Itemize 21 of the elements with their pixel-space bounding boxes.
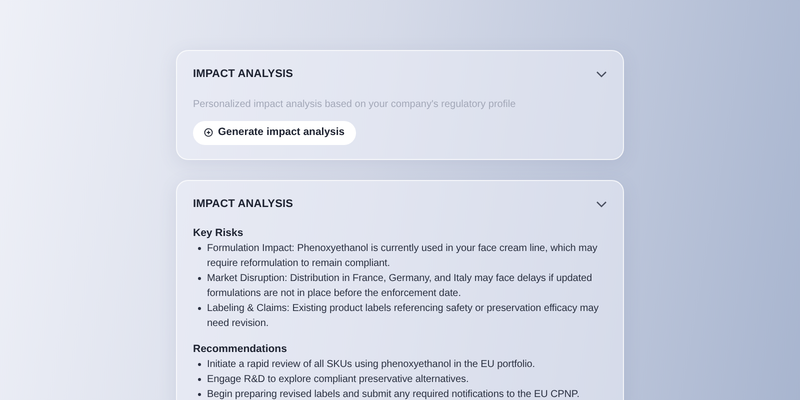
panel-title: IMPACT ANALYSIS xyxy=(193,197,294,212)
chevron-down-icon[interactable] xyxy=(596,200,607,208)
bullet-icon xyxy=(198,363,201,366)
chevron-down-icon[interactable] xyxy=(596,70,607,78)
generate-button[interactable]: Generate impact analysis xyxy=(193,121,356,145)
bullet-icon xyxy=(198,247,201,250)
plus-circle-icon xyxy=(204,128,213,138)
panel-title: IMPACT ANALYSIS xyxy=(193,67,294,81)
list-item-text: Begin preparing revised labels and submit any required notifications to the EU CPNP. xyxy=(207,388,580,400)
bullet-icon xyxy=(198,378,201,382)
list-item-text: Engage R&D to explore compliant preservative alternatives. xyxy=(207,373,469,388)
list-item-text: Market Disruption: Distribution in France, Germany, and Italy may face delays if updated formulations are not in place before the enforcement date. xyxy=(207,272,594,302)
bullet-icon xyxy=(198,277,201,280)
list-item-text: Formulation Impact: Phenoxyethanol is currently used in your face cream line, which may require reformulation to remain compliant. xyxy=(207,242,598,272)
bullet-icon xyxy=(198,307,201,310)
section-heading: Key Risks xyxy=(193,227,244,240)
description-text: Personalized impact analysis based on your company's regulatory profile xyxy=(193,98,517,111)
section-heading: Recommendations xyxy=(193,343,288,356)
list-item-text: Labeling & Claims: Existing product labels referencing safety or preservation efficacy may need revision. xyxy=(207,302,600,332)
list-item-text: Initiate a rapid review of all SKUs using phenoxyethanol in the EU portfolio. xyxy=(207,358,536,372)
bullet-icon xyxy=(198,393,201,396)
